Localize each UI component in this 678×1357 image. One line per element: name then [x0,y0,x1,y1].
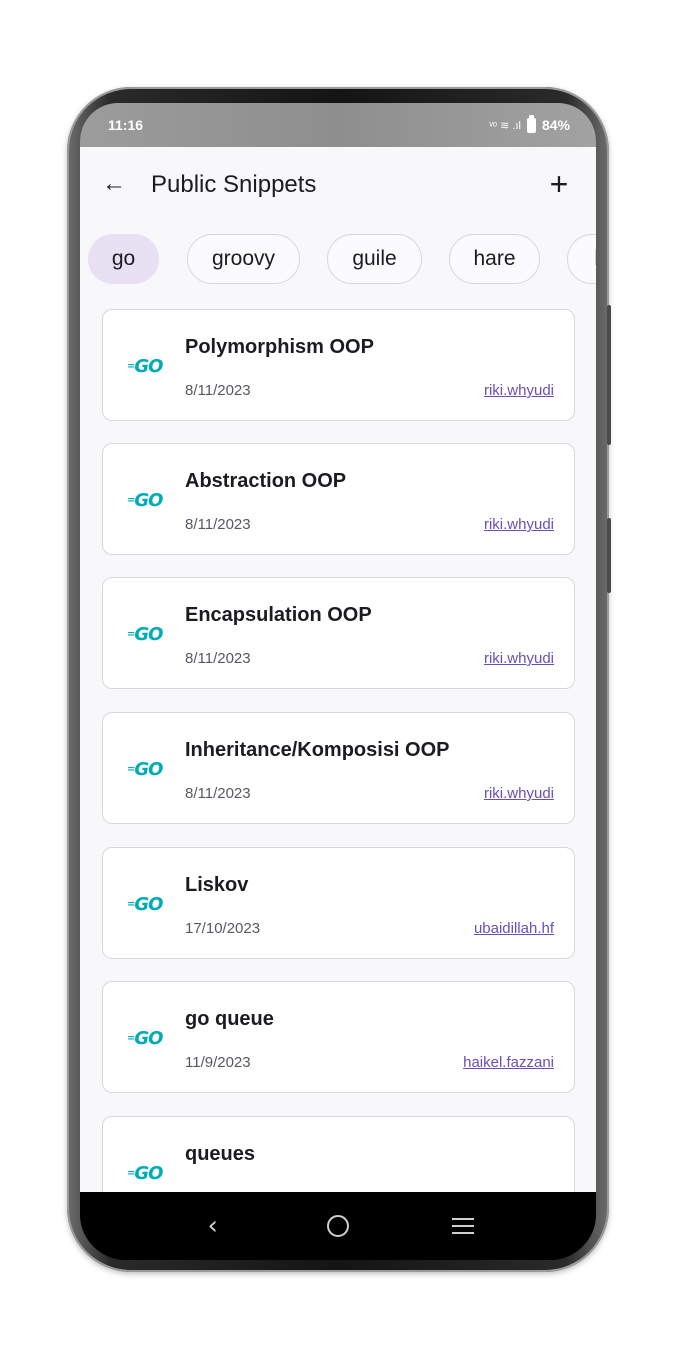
chip-label: go [111,247,136,270]
snippet-date: 8/11/2023 [185,516,251,533]
power-button [607,518,611,593]
snippet-author-link[interactable]: riki.whyudi [484,516,554,533]
snippet-title: Encapsulation OOP [185,604,372,626]
snippet-author-link[interactable]: riki.whyudi [484,382,554,399]
home-circle-icon [326,1215,349,1237]
snippet-author-link[interactable]: ubaidillah.hf [474,920,554,937]
app-bar: ← Public Snippets + [80,147,596,231]
snippet-card[interactable]: =GO Abstraction OOP 8/11/2023 riki.whyud… [102,443,575,555]
chip-label: hare [473,247,516,270]
go-logo-icon: =GO [127,759,163,780]
snippet-card[interactable]: =GO queues [102,1116,575,1192]
recents-icon [452,1218,475,1234]
go-logo-icon: =GO [127,356,163,377]
go-logo-icon: =GO [127,1028,163,1049]
snippet-title: go queue [185,1008,274,1030]
battery-icon [526,114,536,133]
snippet-card[interactable]: =GO go queue 11/9/2023 haikel.fazzani [102,981,575,1093]
snippet-card[interactable]: =GO Liskov 17/10/2023 ubaidillah.hf [102,847,575,959]
status-time: 11:16 [108,117,144,133]
chip-groovy[interactable]: groovy [187,234,300,284]
system-nav-bar: ‹ [80,1192,596,1260]
go-logo-icon: =GO [127,894,163,915]
phone-screen: 11:16 ᵛᵒ ≋ .ıl 84% ← Public Snippets + g… [80,103,596,1260]
snippet-author-link[interactable]: riki.whyudi [484,650,554,667]
nav-home-button[interactable] [318,1206,358,1246]
back-arrow-icon[interactable]: ← [102,169,132,199]
status-bar: 11:16 ᵛᵒ ≋ .ıl 84% [80,103,596,147]
language-filter-chips: go groovy guile hare h [80,231,596,285]
snippet-card[interactable]: =GO Inheritance/Komposisi OOP 8/11/2023 … [102,712,575,824]
snippet-date: 8/11/2023 [185,650,251,667]
nav-recents-button[interactable] [443,1206,483,1246]
chip-guile[interactable]: guile [327,234,422,284]
snippet-date: 8/11/2023 [185,382,251,399]
chip-h[interactable]: h [567,234,596,284]
snippet-title: Abstraction OOP [185,470,347,492]
snippet-date: 11/9/2023 [185,1054,251,1071]
snippet-title: Polymorphism OOP [185,336,374,358]
chip-go[interactable]: go [88,234,159,284]
snippet-author-link[interactable]: haikel.fazzani [463,1054,554,1071]
nav-back-icon[interactable]: ‹ [193,1206,233,1246]
snippet-author-link[interactable]: riki.whyudi [484,785,554,802]
chip-label: h [594,247,596,271]
go-logo-icon: =GO [127,1163,163,1184]
status-icons: ᵛᵒ ≋ .ıl 84% [489,114,570,133]
add-snippet-icon[interactable]: + [544,167,574,201]
snippet-title: Liskov [185,874,249,896]
page-title: Public Snippets [151,171,317,198]
snippet-card[interactable]: =GO Encapsulation OOP 8/11/2023 riki.why… [102,577,575,689]
chip-label: guile [352,247,397,270]
snippet-title: Inheritance/Komposisi OOP [185,739,450,761]
go-logo-icon: =GO [127,624,163,645]
chip-hare[interactable]: hare [449,234,540,284]
volume-button [607,305,611,445]
chip-label: groovy [211,247,276,270]
snippet-date: 8/11/2023 [185,785,251,802]
battery-level: 84% [541,117,570,133]
snippet-title: queues [185,1143,256,1165]
go-logo-icon: =GO [127,490,163,511]
app-content: ← Public Snippets + go groovy guile hare… [80,147,596,1192]
signal-icon: ᵛᵒ ≋ .ıl [489,119,521,132]
snippet-date: 17/10/2023 [185,920,261,937]
snippet-card[interactable]: =GO Polymorphism OOP 8/11/2023 riki.whyu… [102,309,575,421]
